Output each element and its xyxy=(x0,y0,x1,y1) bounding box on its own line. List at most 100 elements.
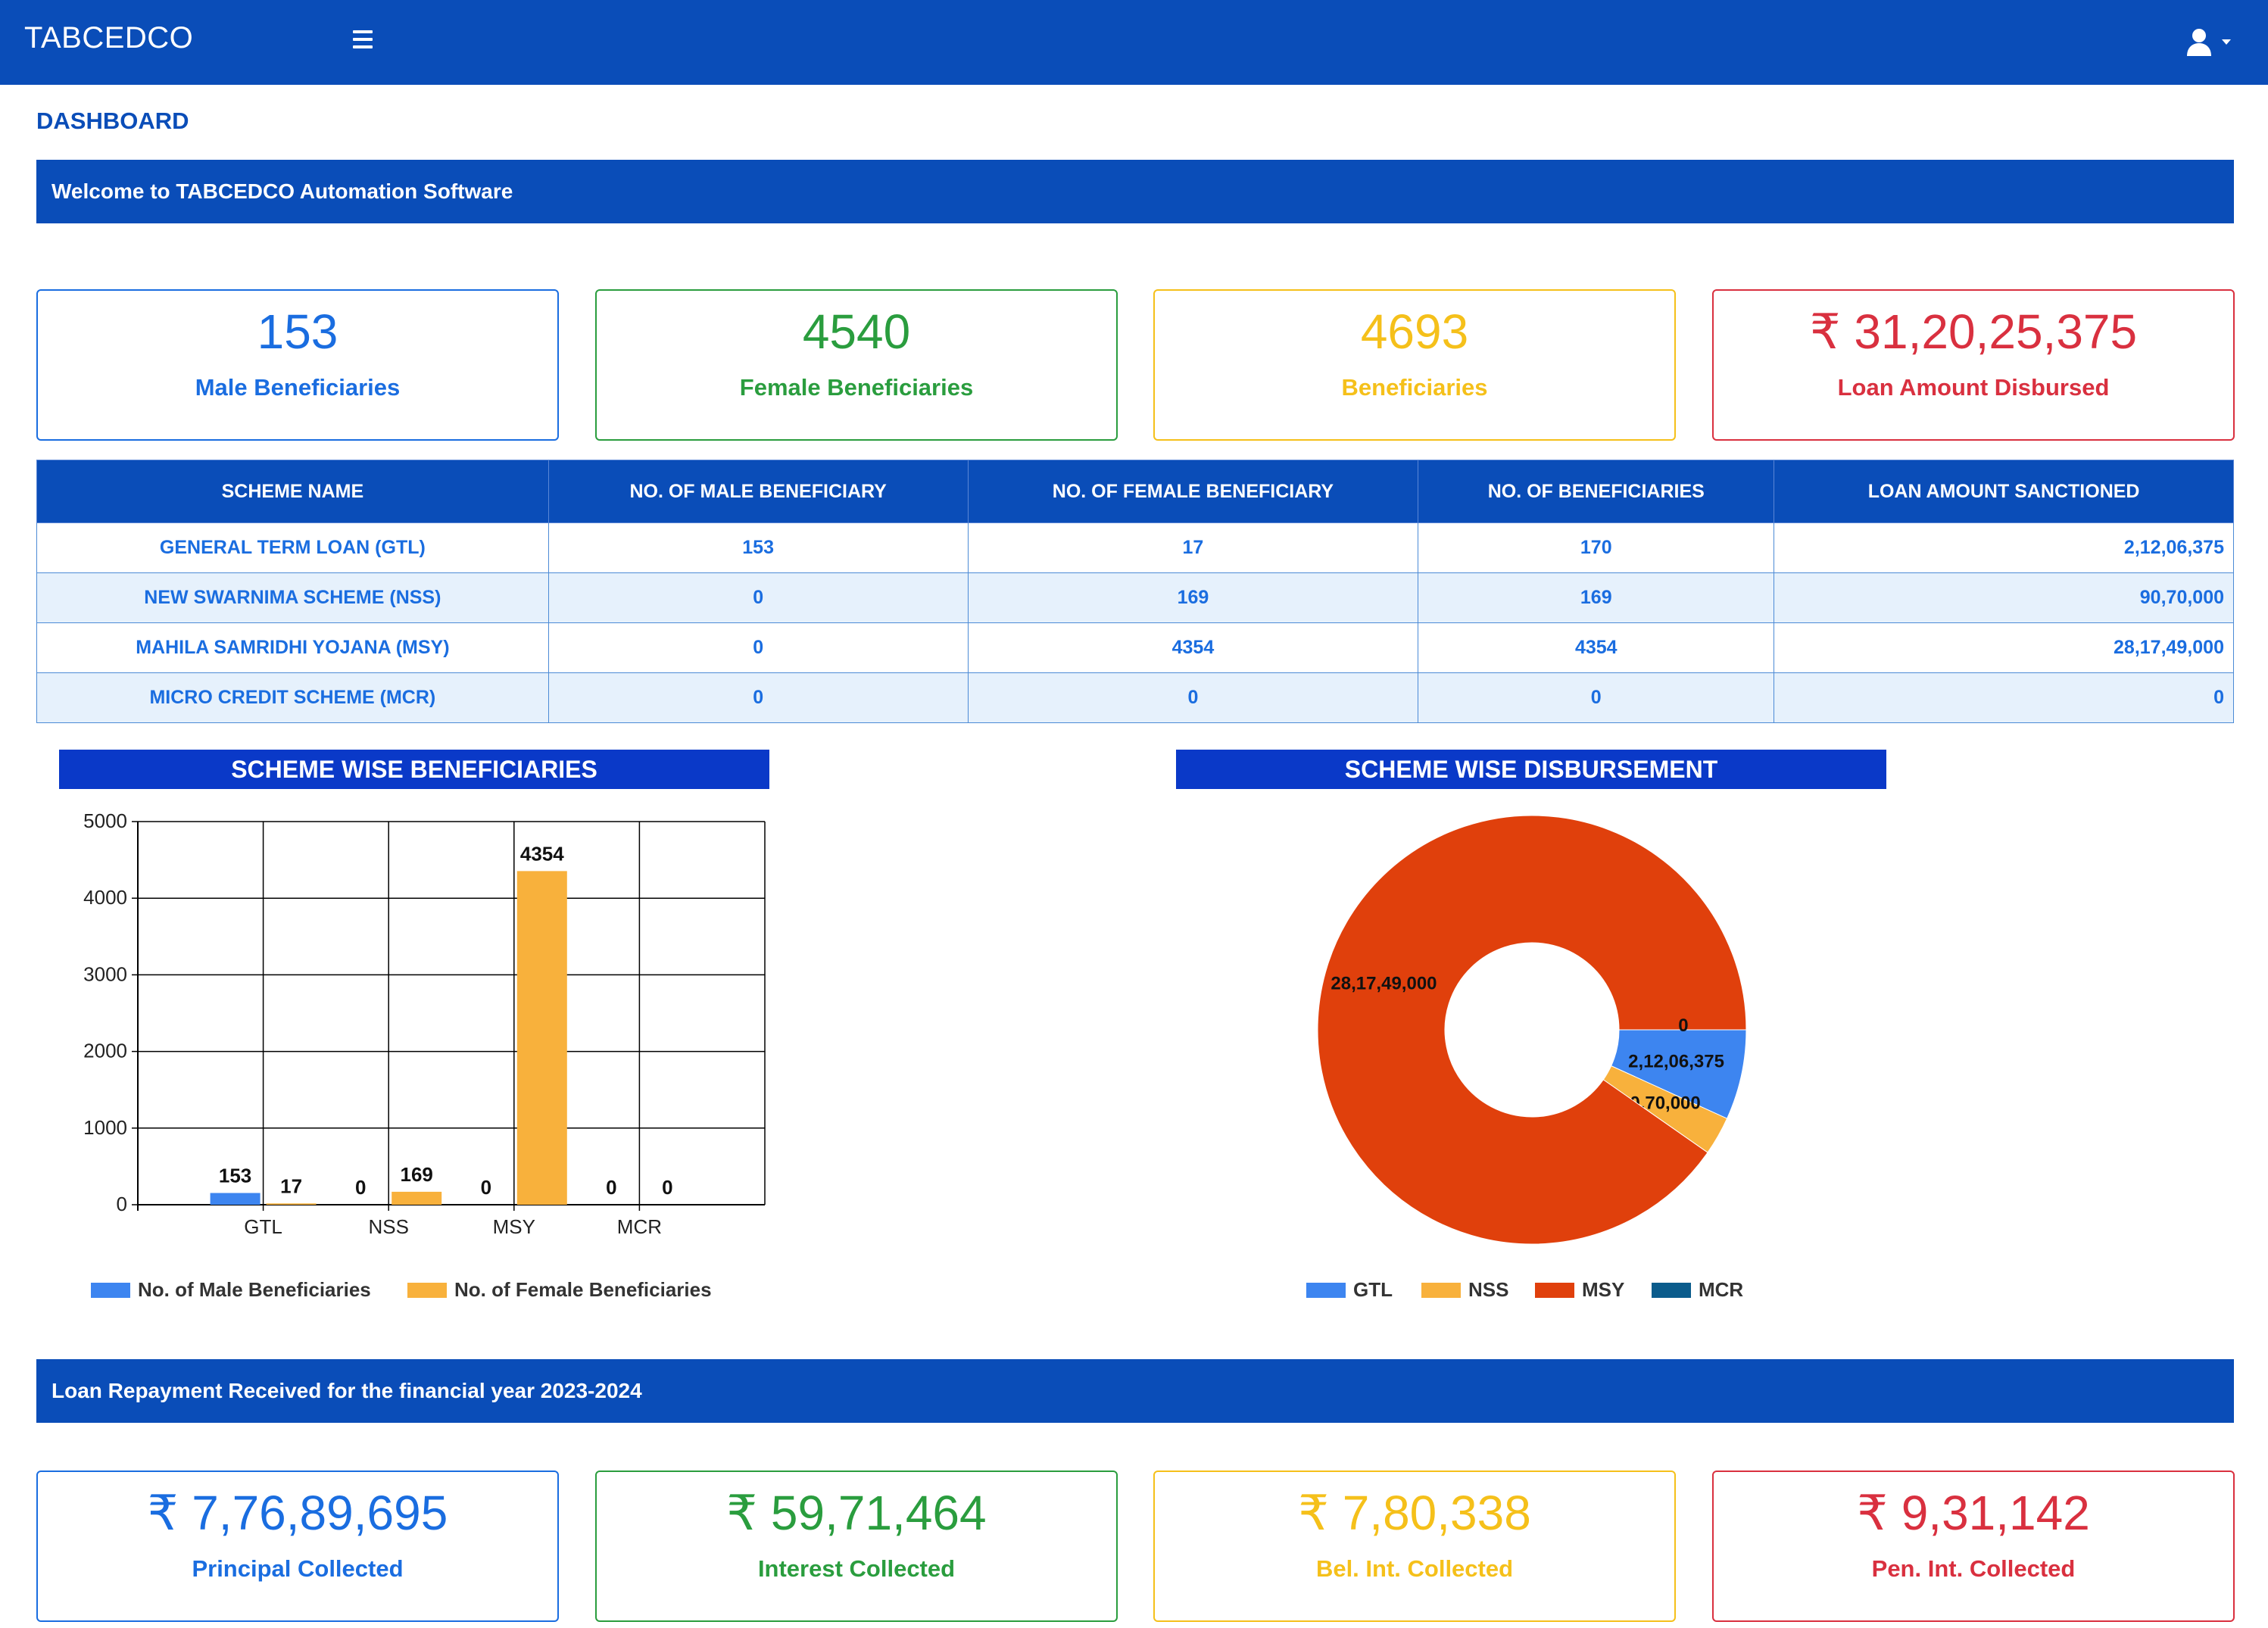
hamburger-menu-icon[interactable] xyxy=(353,30,373,50)
scheme-table: SCHEME NAME NO. OF MALE BENEFICIARY NO. … xyxy=(36,460,2234,723)
data-label: 4354 xyxy=(520,842,564,865)
x-tick-label: NSS xyxy=(368,1215,408,1238)
loan-amount-cell: 90,70,000 xyxy=(1774,572,2234,623)
legend-swatch xyxy=(1421,1283,1461,1298)
total-count-cell: 170 xyxy=(1418,522,1775,573)
stat-value: 4693 xyxy=(1360,304,1469,359)
stat-value: ₹ 7,80,338 xyxy=(1298,1486,1531,1540)
user-icon xyxy=(2187,29,2231,56)
legend-label: No. of Male Beneficiaries xyxy=(138,1278,371,1301)
welcome-text: Welcome to TABCEDCO Automation Software xyxy=(51,179,513,203)
legend-label: MSY xyxy=(1582,1278,1624,1301)
repayment-text: Loan Repayment Received for the financia… xyxy=(51,1379,642,1402)
caret-down-icon xyxy=(2222,39,2231,45)
column-header: NO. OF MALE BENEFICIARY xyxy=(548,460,969,523)
repayment-banner: Loan Repayment Received for the financia… xyxy=(36,1359,2234,1423)
legend-swatch xyxy=(91,1283,130,1298)
column-header: LOAN AMOUNT SANCTIONED xyxy=(1774,460,2234,523)
table-header-row: SCHEME NAME NO. OF MALE BENEFICIARY NO. … xyxy=(36,460,2234,523)
stat-label: Bel. Int. Collected xyxy=(1315,1555,1514,1582)
y-tick-label: 5000 xyxy=(83,809,127,832)
pen-int-collected-card: ₹ 9,31,142 Pen. Int. Collected xyxy=(1712,1471,2235,1622)
principal-collected-card: ₹ 7,76,89,695 Principal Collected xyxy=(36,1471,559,1622)
bar xyxy=(516,871,567,1205)
brand-logo[interactable]: TABCEDCO xyxy=(24,21,193,55)
table-row: GENERAL TERM LOAN (GTL) 153 17 170 2,12,… xyxy=(36,522,2234,573)
y-tick-label: 3000 xyxy=(83,962,127,985)
legend-label: GTL xyxy=(1353,1278,1393,1301)
total-count-cell: 169 xyxy=(1418,572,1775,623)
stat-label: Male Beneficiaries xyxy=(195,374,401,401)
column-header: SCHEME NAME xyxy=(36,460,549,523)
bar-chart: 010002000300040005000GTL153 17NSS0169MSY0… xyxy=(83,809,766,1301)
total-count-cell: 4354 xyxy=(1418,622,1775,673)
page-title: DASHBOARD xyxy=(36,108,189,134)
x-tick-label: GTL xyxy=(244,1215,282,1238)
table-row: MICRO CREDIT SCHEME (MCR) 0 0 0 0 xyxy=(36,672,2234,723)
slice-label: 2,12,06,375 xyxy=(1628,1051,1724,1071)
stat-value: ₹ 31,20,25,375 xyxy=(1809,304,2138,359)
stat-value: ₹ 59,71,464 xyxy=(726,1486,987,1540)
donut-chart: 2,12,06,37590,70,00028,17,49,0000GTL NSS M… xyxy=(1306,815,1747,1301)
stat-value: ₹ 7,76,89,695 xyxy=(147,1486,448,1540)
welcome-banner: Welcome to TABCEDCO Automation Software xyxy=(36,160,2234,223)
female-beneficiaries-card: 4540 Female Beneficiaries xyxy=(595,289,1118,441)
legend-label: No. of Female Beneficiaries xyxy=(454,1278,712,1301)
stat-value: 4540 xyxy=(802,304,911,359)
stat-label: Principal Collected xyxy=(192,1555,404,1582)
user-menu-button[interactable] xyxy=(2185,27,2240,58)
slice-label: 28,17,49,000 xyxy=(1331,973,1437,993)
x-tick-label: MCR xyxy=(617,1215,662,1238)
female-count-cell: 0 xyxy=(967,672,1419,723)
data-label: 0 xyxy=(606,1176,616,1199)
scheme-name-cell: NEW SWARNIMA SCHEME (NSS) xyxy=(36,572,549,623)
data-label: 17 xyxy=(280,1174,302,1197)
bar xyxy=(210,1193,260,1205)
x-tick-label: MSY xyxy=(493,1215,535,1238)
data-label: 0 xyxy=(481,1176,491,1199)
slice-label: 0 xyxy=(1678,1015,1688,1036)
loan-amount-cell: 0 xyxy=(1774,672,2234,723)
column-header: NO. OF FEMALE BENEFICIARY xyxy=(967,460,1419,523)
bar-chart-title: SCHEME WISE BENEFICIARIES xyxy=(59,750,769,789)
y-tick-label: 0 xyxy=(117,1193,127,1215)
stat-value: 153 xyxy=(257,304,338,359)
beneficiaries-card: 4693 Beneficiaries xyxy=(1153,289,1676,441)
male-count-cell: 0 xyxy=(548,622,969,673)
stat-label: Beneficiaries xyxy=(1341,374,1488,401)
male-count-cell: 153 xyxy=(548,522,969,573)
legend-swatch xyxy=(407,1283,447,1298)
data-label: 169 xyxy=(401,1163,433,1186)
legend-swatch xyxy=(1306,1283,1346,1298)
column-header: NO. OF BENEFICIARIES xyxy=(1418,460,1775,523)
data-label: 153 xyxy=(219,1165,251,1187)
male-beneficiaries-card: 153 Male Beneficiaries xyxy=(36,289,559,441)
male-count-cell: 0 xyxy=(548,672,969,723)
total-count-cell: 0 xyxy=(1418,672,1775,723)
loan-amount-cell: 28,17,49,000 xyxy=(1774,622,2234,673)
loan-amount-cell: 2,12,06,375 xyxy=(1774,522,2234,573)
female-count-cell: 169 xyxy=(967,572,1419,623)
stat-label: Interest Collected xyxy=(757,1555,956,1582)
stat-label: Female Beneficiaries xyxy=(739,374,974,401)
legend-label: MCR xyxy=(1699,1278,1743,1301)
top-navbar xyxy=(0,0,2268,85)
data-label: 0 xyxy=(662,1176,672,1199)
legend-swatch xyxy=(1652,1283,1691,1298)
stat-label: Loan Amount Disbursed xyxy=(1837,374,2110,401)
table-row: MAHILA SAMRIDHI YOJANA (MSY) 0 4354 4354… xyxy=(36,622,2234,673)
y-tick-label: 1000 xyxy=(83,1116,127,1139)
table-row: NEW SWARNIMA SCHEME (NSS) 0 169 169 90,7… xyxy=(36,572,2234,623)
female-count-cell: 4354 xyxy=(967,622,1419,673)
scheme-name-cell: MICRO CREDIT SCHEME (MCR) xyxy=(36,672,549,723)
female-count-cell: 17 xyxy=(967,522,1419,573)
stat-value: ₹ 9,31,142 xyxy=(1857,1486,2090,1540)
y-tick-label: 4000 xyxy=(83,886,127,909)
scheme-name-cell: MAHILA SAMRIDHI YOJANA (MSY) xyxy=(36,622,549,673)
bar xyxy=(392,1191,442,1205)
bel-int-collected-card: ₹ 7,80,338 Bel. Int. Collected xyxy=(1153,1471,1676,1622)
data-label: 0 xyxy=(355,1176,366,1199)
scheme-name-cell: GENERAL TERM LOAN (GTL) xyxy=(36,522,549,573)
y-tick-label: 2000 xyxy=(83,1040,127,1062)
stat-label: Pen. Int. Collected xyxy=(1871,1555,2076,1582)
